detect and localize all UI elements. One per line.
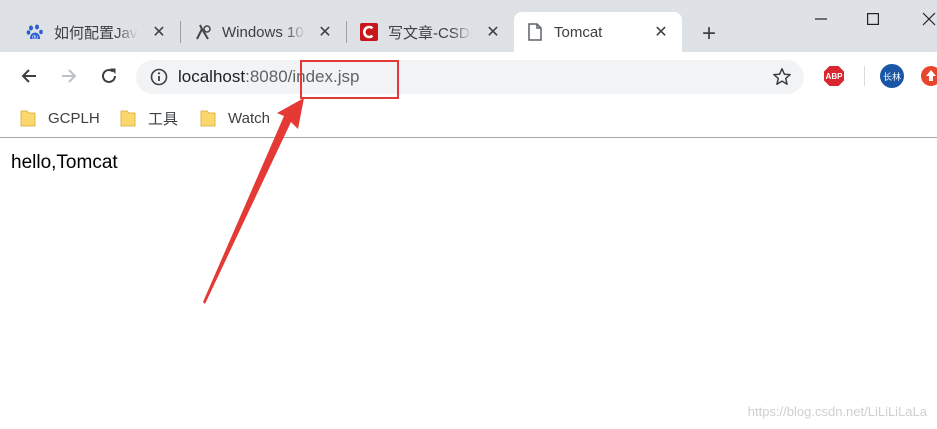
bookmark-tools[interactable]: 工具: [120, 108, 178, 128]
watermark-text: https://blog.csdn.net/LiLiLiLaLa: [747, 404, 927, 419]
info-icon[interactable]: [150, 68, 168, 86]
adblock-label: ABP: [825, 71, 843, 81]
tab-csdn[interactable]: 写文章-CSDN ✕: [348, 12, 514, 52]
reload-icon: [102, 68, 116, 83]
tab-title: 写文章-CSDN: [388, 24, 472, 42]
bookmark-watch[interactable]: Watch: [200, 108, 270, 128]
address-bar[interactable]: localhost:8080/index.jsp: [136, 60, 804, 94]
browser-toolbar: localhost:8080/index.jsp ABP 长林: [0, 52, 937, 100]
close-tab-icon[interactable]: ✕: [150, 23, 168, 41]
forward-button[interactable]: [54, 61, 84, 91]
folder-icon: [200, 110, 216, 127]
bookmarks-bar: GCPLH 工具 Watch: [0, 100, 937, 138]
bookmark-label: GCPLH: [48, 109, 100, 127]
tab-baidu[interactable]: du 如何配置Java ✕: [14, 12, 180, 52]
tab-strip: du 如何配置Java ✕ Windows 10 ✕ 写文章-CSDN ✕ To…: [0, 0, 937, 52]
bookmark-star-icon[interactable]: [772, 67, 792, 87]
baidu-paw-icon: du: [26, 23, 44, 41]
folder-icon: [120, 110, 136, 127]
bookmark-label: 工具: [148, 110, 179, 128]
tab-tomcat[interactable]: Tomcat ✕: [514, 12, 682, 52]
document-icon: [526, 23, 544, 41]
url-host: localhost: [178, 67, 246, 86]
close-icon: [922, 12, 936, 26]
adblock-extension-button[interactable]: ABP: [823, 65, 845, 87]
url-path: :8080/index.jsp: [245, 67, 360, 86]
close-tab-icon[interactable]: ✕: [316, 23, 334, 41]
tab-title: 如何配置Java: [54, 24, 138, 42]
close-tab-icon[interactable]: ✕: [652, 23, 670, 41]
reload-button[interactable]: [94, 61, 124, 91]
tab-divider: [180, 21, 181, 43]
csdn-logo-icon: [360, 23, 378, 41]
close-window-button[interactable]: [913, 6, 937, 32]
back-button[interactable]: [14, 61, 44, 91]
extension-button[interactable]: [920, 65, 937, 87]
profile-avatar-label: 长林: [882, 71, 901, 82]
bookmark-label: Watch: [228, 109, 270, 127]
minimize-icon: [815, 18, 827, 20]
minimize-button[interactable]: [805, 6, 837, 32]
maximize-button[interactable]: [857, 6, 889, 32]
arrow-left-icon: [21, 69, 36, 83]
page-content: hello,Tomcat https://blog.csdn.net/LiLiL…: [0, 139, 937, 429]
lambda-logo-icon: [194, 23, 212, 41]
tab-title: Tomcat: [554, 23, 603, 41]
tab-title: Windows 10: [222, 23, 304, 41]
page-text: hello,Tomcat: [11, 152, 118, 173]
tab-divider: [346, 21, 347, 43]
close-tab-icon[interactable]: ✕: [484, 23, 502, 41]
profile-avatar-button[interactable]: 长林: [880, 64, 904, 88]
folder-icon: [20, 110, 36, 127]
maximize-icon: [867, 13, 879, 25]
url-text[interactable]: localhost:8080/index.jsp: [178, 66, 359, 88]
red-extension-icon: [921, 66, 937, 86]
browser-window: du 如何配置Java ✕ Windows 10 ✕ 写文章-CSDN ✕ To…: [0, 0, 937, 429]
bookmark-gcplh[interactable]: GCPLH: [20, 108, 100, 128]
svg-text:du: du: [32, 35, 38, 41]
tab-windows10[interactable]: Windows 10 ✕: [182, 12, 346, 52]
toolbar-divider: [864, 66, 865, 86]
arrow-right-icon: [62, 69, 77, 83]
new-tab-button[interactable]: +: [696, 20, 722, 47]
